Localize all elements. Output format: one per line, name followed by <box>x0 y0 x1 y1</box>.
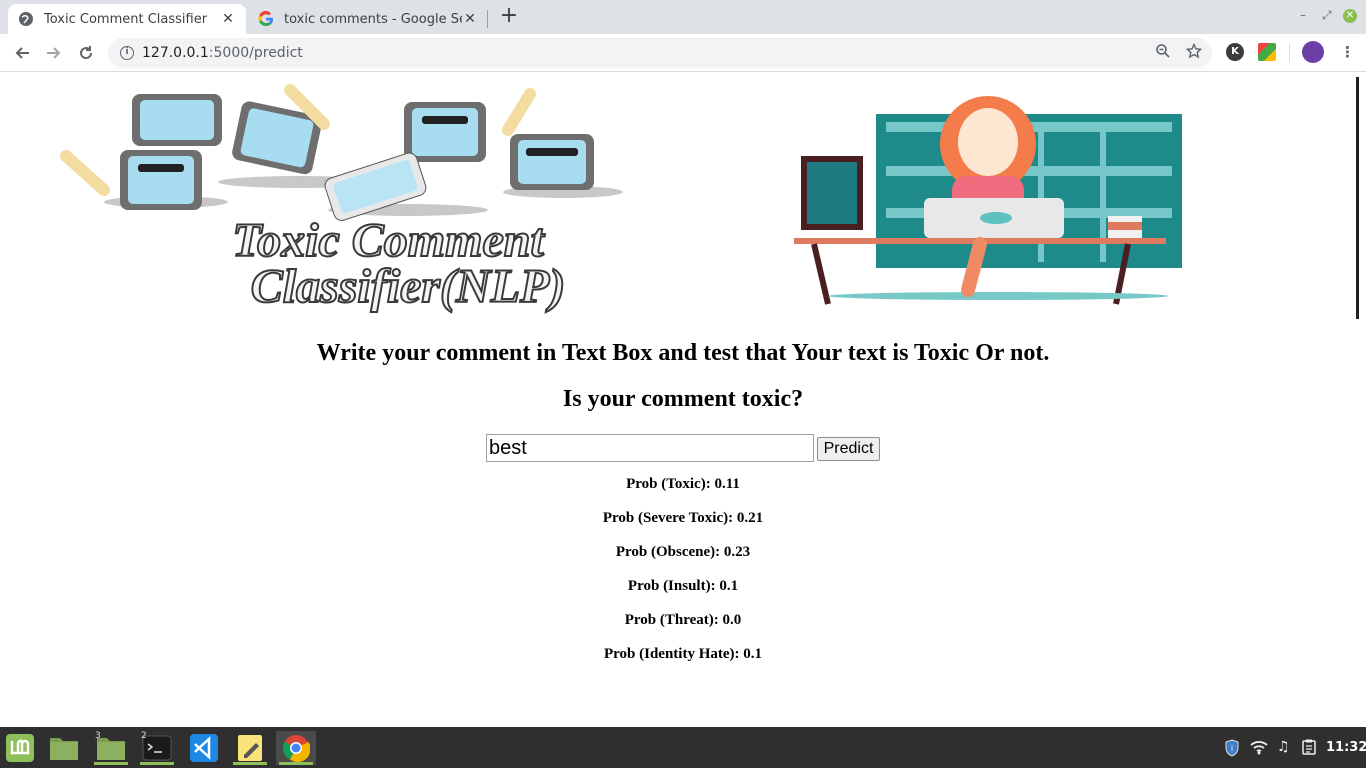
back-arrow-icon[interactable] <box>10 41 34 65</box>
menu-kebab-icon[interactable]: ⋮ <box>1340 43 1355 61</box>
taskbar: 3 2 i ♫ 11:32 <box>0 727 1366 768</box>
extension-colorful-icon[interactable] <box>1258 43 1276 61</box>
google-icon <box>258 11 274 27</box>
phone-character-1 <box>132 94 222 146</box>
text-editor-icon[interactable] <box>230 731 270 765</box>
address-bar[interactable]: i 127.0.0.1:5000/predict <box>108 38 1212 68</box>
predict-button[interactable]: Predict <box>817 437 880 461</box>
url-path: :5000/predict <box>208 45 303 61</box>
window-close-icon[interactable]: ✕ <box>1343 9 1357 23</box>
active-indicator <box>140 762 174 765</box>
clock: 11:32 <box>1326 740 1366 755</box>
phone-character-2 <box>120 150 202 210</box>
wifi-icon[interactable] <box>1250 739 1268 759</box>
files-icon[interactable] <box>44 731 84 765</box>
close-tab-icon[interactable]: ✕ <box>220 11 236 27</box>
tab-google-search[interactable]: toxic comments - Google Sear ✕ <box>248 4 488 34</box>
active-indicator <box>279 762 313 765</box>
chrome-icon[interactable] <box>276 731 316 765</box>
toolbar-divider <box>1289 44 1290 62</box>
clipboard-icon[interactable] <box>1302 739 1316 759</box>
result-obscene: Prob (Obscene): 0.23 <box>615 544 751 560</box>
tab-strip: Toxic Comment Classifier ✕ toxic comment… <box>0 0 1366 34</box>
new-tab-icon[interactable]: + <box>498 5 520 28</box>
bookmark-star-icon[interactable] <box>1185 42 1203 63</box>
window-count-badge: 2 <box>141 731 147 741</box>
vscode-icon[interactable] <box>184 731 224 765</box>
scrollbar[interactable] <box>1356 77 1359 319</box>
extension-k-icon[interactable]: K <box>1226 43 1244 61</box>
comment-input[interactable] <box>486 434 814 462</box>
phone-character-4 <box>404 102 486 162</box>
zoom-icon[interactable] <box>1155 43 1171 63</box>
tab-toxic-comment-classifier[interactable]: Toxic Comment Classifier ✕ <box>8 4 246 34</box>
forward-arrow-icon[interactable] <box>42 41 66 65</box>
result-identity-hate: Prob (Identity Hate): 0.1 <box>603 646 763 662</box>
extension-k-label: K <box>1231 46 1239 57</box>
active-indicator <box>233 762 267 765</box>
restore-icon[interactable]: ⤢ <box>1322 8 1332 23</box>
profile-avatar[interactable] <box>1302 41 1324 63</box>
files-window-group-icon[interactable]: 3 <box>91 731 131 765</box>
site-info-icon[interactable]: i <box>120 46 134 60</box>
page-viewport: Toxic Comment Classifier(NLP) Write your… <box>0 72 1366 727</box>
tab-divider <box>487 10 488 28</box>
office-scene-illustration <box>794 96 1182 305</box>
page-subheading: Is your comment toxic? <box>562 386 804 412</box>
shield-icon[interactable]: i <box>1224 739 1240 761</box>
result-threat: Prob (Threat): 0.0 <box>624 612 742 628</box>
tab-title: toxic comments - Google Sear <box>284 11 462 27</box>
reload-icon[interactable] <box>74 41 98 65</box>
active-indicator <box>94 762 128 765</box>
close-tab-icon[interactable]: ✕ <box>462 11 478 27</box>
tab-title: Toxic Comment Classifier <box>44 11 208 27</box>
banner-image: Toxic Comment Classifier(NLP) <box>60 84 1182 314</box>
mint-menu-icon[interactable] <box>0 731 40 765</box>
music-icon[interactable]: ♫ <box>1277 739 1290 755</box>
window-count-badge: 3 <box>95 731 101 741</box>
minimize-icon[interactable]: – <box>1300 8 1306 22</box>
globe-icon <box>18 11 34 27</box>
result-severe-toxic: Prob (Severe Toxic): 0.21 <box>602 510 764 526</box>
browser-toolbar: i 127.0.0.1:5000/predict K ⋮ <box>0 34 1366 72</box>
page-heading: Write your comment in Text Box and test … <box>316 340 1050 366</box>
svg-text:i: i <box>1231 744 1233 753</box>
result-insult: Prob (Insult): 0.1 <box>627 578 739 594</box>
url-host: 127.0.0.1 <box>142 45 209 61</box>
result-toxic: Prob (Toxic): 0.11 <box>626 476 740 492</box>
terminal-icon[interactable]: 2 <box>137 731 177 765</box>
phone-character-5 <box>510 134 594 190</box>
banner-title-line2: Classifier(NLP) <box>251 260 566 313</box>
